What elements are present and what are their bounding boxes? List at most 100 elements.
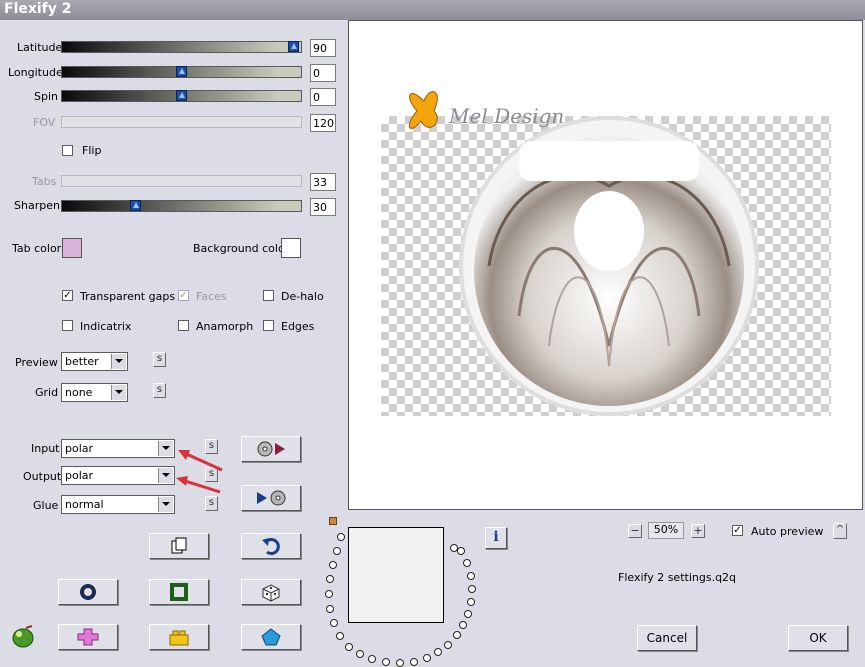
navigator-dot[interactable] xyxy=(467,598,475,606)
glue-s-button[interactable]: s xyxy=(205,496,218,511)
auto-preview-checkbox[interactable]: ✓ xyxy=(732,525,743,536)
grid-s-button[interactable]: s xyxy=(153,383,166,398)
cross-button[interactable] xyxy=(58,624,118,650)
navigator-dot[interactable] xyxy=(382,658,390,666)
navigator-dot[interactable] xyxy=(336,632,344,640)
ok-button[interactable]: OK xyxy=(788,625,848,651)
latitude-slider[interactable] xyxy=(61,41,302,53)
zoom-in-button[interactable]: + xyxy=(691,524,705,538)
copy-button[interactable] xyxy=(149,533,209,559)
navigator-dot[interactable] xyxy=(459,621,467,629)
navigator-dot[interactable] xyxy=(453,631,461,639)
navigator-thumbnail[interactable] xyxy=(348,527,444,623)
longitude-slider[interactable] xyxy=(61,66,302,78)
collapse-button[interactable]: ^ xyxy=(833,523,847,539)
navigator-dot[interactable] xyxy=(468,585,476,593)
preview-s-button[interactable]: s xyxy=(153,352,166,367)
navigator-dot[interactable] xyxy=(325,590,333,598)
de-halo-checkbox[interactable] xyxy=(263,290,274,301)
flip-label: Flip xyxy=(82,144,102,157)
block-button[interactable] xyxy=(149,624,209,650)
info-button[interactable]: i xyxy=(485,527,507,549)
circle-button[interactable] xyxy=(58,579,118,605)
app-logo-icon xyxy=(10,625,36,652)
input-select[interactable]: polar xyxy=(61,439,175,458)
navigator-dot[interactable] xyxy=(326,605,334,613)
spin-slider-thumb[interactable] xyxy=(176,90,187,101)
longitude-input[interactable]: 0 xyxy=(310,64,336,82)
navigator-dot[interactable] xyxy=(467,572,475,580)
chevron-down-icon[interactable] xyxy=(111,354,126,369)
navigator-dot[interactable] xyxy=(410,658,418,666)
indicatrix-label: Indicatrix xyxy=(80,320,132,333)
navigator-dot[interactable] xyxy=(463,559,471,567)
navigator-dot[interactable] xyxy=(434,648,442,656)
anamorph-label: Anamorph xyxy=(196,320,254,333)
navigator-dot[interactable] xyxy=(333,547,341,555)
background-color-label: Background color xyxy=(193,242,290,255)
navigator-dot[interactable] xyxy=(345,643,353,651)
window-title: Flexify 2 xyxy=(4,1,72,17)
anamorph-checkbox[interactable] xyxy=(178,320,189,331)
transparent-gaps-checkbox[interactable]: ✓ xyxy=(62,290,73,301)
navigator-dot[interactable] xyxy=(329,561,337,569)
indicatrix-checkbox[interactable] xyxy=(62,320,73,331)
chevron-down-icon[interactable] xyxy=(158,497,173,512)
flexify-result-image xyxy=(459,116,759,416)
background-color-swatch[interactable] xyxy=(281,238,301,258)
spin-slider[interactable] xyxy=(61,90,302,102)
navigator-dot[interactable] xyxy=(337,533,345,541)
sharpen-input[interactable]: 30 xyxy=(310,198,336,216)
pentagon-button[interactable] xyxy=(241,624,301,650)
navigator-dot[interactable] xyxy=(464,610,472,618)
flip-checkbox[interactable] xyxy=(62,145,73,156)
grid-label: Grid xyxy=(35,386,59,399)
preview-canvas[interactable]: Mel Design xyxy=(348,20,863,510)
annotation-arrow xyxy=(181,478,221,494)
glue-label: Glue xyxy=(33,499,59,512)
navigator-dot[interactable] xyxy=(444,641,452,649)
navigator-dot[interactable] xyxy=(326,575,334,583)
undo-button[interactable] xyxy=(241,533,301,559)
save-settings-button[interactable] xyxy=(241,485,301,511)
navigator-dot[interactable] xyxy=(356,650,364,658)
latitude-input[interactable]: 90 xyxy=(310,39,336,57)
copy-icon xyxy=(171,537,187,554)
navigator-dot[interactable] xyxy=(450,544,458,552)
navigator-dot[interactable] xyxy=(396,659,404,667)
glue-select[interactable]: normal xyxy=(61,495,175,514)
grid-select[interactable]: none xyxy=(61,383,128,402)
load-settings-button[interactable] xyxy=(241,436,301,462)
edges-checkbox[interactable] xyxy=(263,320,274,331)
title-bar xyxy=(0,0,865,20)
lego-brick-icon xyxy=(169,630,189,646)
preview-select[interactable]: better xyxy=(61,352,128,371)
random-button[interactable] xyxy=(241,579,301,605)
tabs-input[interactable]: 33 xyxy=(310,173,336,191)
navigator-dot[interactable] xyxy=(330,619,338,627)
sharpen-slider[interactable] xyxy=(61,200,302,212)
sharpen-slider-thumb[interactable] xyxy=(130,200,141,211)
frame-icon xyxy=(170,583,188,601)
frame-button[interactable] xyxy=(149,579,209,605)
navigator-marker[interactable] xyxy=(329,517,337,525)
output-select[interactable]: polar xyxy=(61,466,175,485)
disk-play-icon xyxy=(257,441,285,457)
transparent-gaps-label: Transparent gaps xyxy=(80,290,176,303)
grid-select-value: none xyxy=(65,386,93,399)
chevron-down-icon[interactable] xyxy=(111,385,126,400)
spin-input[interactable]: 0 xyxy=(310,88,336,106)
longitude-slider-thumb[interactable] xyxy=(176,66,187,77)
navigator-dot[interactable] xyxy=(457,547,465,555)
navigator-dot[interactable] xyxy=(423,654,431,662)
fov-input[interactable]: 120 xyxy=(310,114,336,132)
latitude-slider-thumb[interactable] xyxy=(288,41,299,52)
tabs-slider xyxy=(61,175,302,187)
zoom-out-button[interactable]: − xyxy=(628,524,642,538)
faces-checkbox[interactable]: ✓ xyxy=(178,290,189,301)
tab-color-swatch[interactable] xyxy=(62,238,82,258)
annotation-arrowhead xyxy=(176,476,188,486)
fov-label: FOV xyxy=(33,116,56,129)
output-select-value: polar xyxy=(65,469,94,482)
cancel-button[interactable]: Cancel xyxy=(637,625,697,651)
